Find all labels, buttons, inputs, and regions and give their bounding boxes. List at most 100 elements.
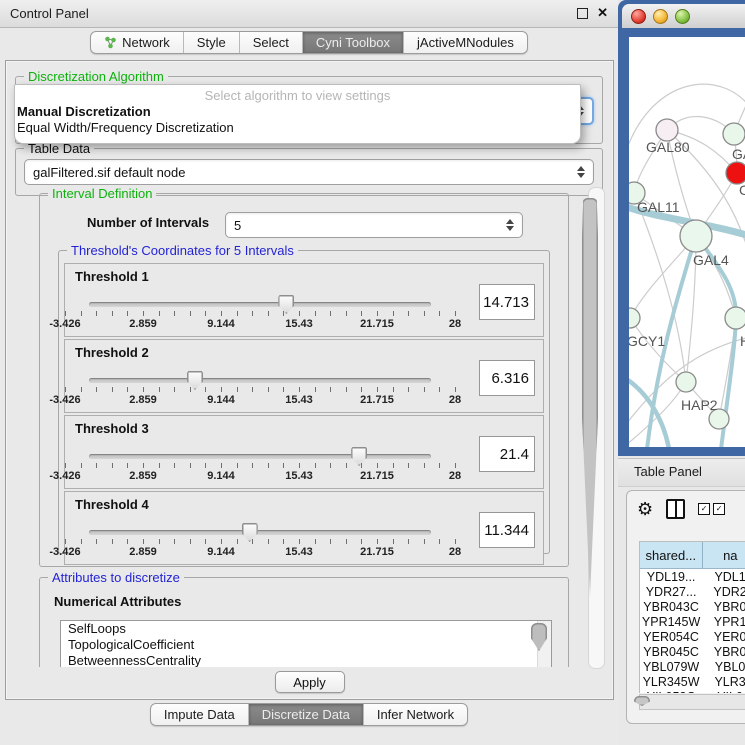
tick-mark bbox=[283, 539, 284, 544]
threshold-value-field[interactable]: 11.344 bbox=[479, 512, 535, 548]
table-row[interactable]: YBL079WYBL0 bbox=[640, 659, 745, 674]
column-header-name[interactable]: na bbox=[703, 542, 745, 568]
table-cell[interactable]: YER054C bbox=[640, 629, 702, 644]
network-node[interactable] bbox=[680, 220, 712, 252]
tab-impute-data[interactable]: Impute Data bbox=[151, 704, 249, 725]
list-item[interactable]: TopologicalCoefficient bbox=[61, 637, 551, 653]
table-cell[interactable]: YPR1 bbox=[702, 614, 745, 629]
table-row[interactable]: YBR043CYBR0 bbox=[640, 599, 745, 614]
slider-tick-labels: -3.4262.8599.14415.4321.71528 bbox=[65, 394, 455, 406]
float-window-icon[interactable] bbox=[577, 8, 588, 19]
group-title: Attributes to discretize bbox=[48, 570, 184, 585]
network-node[interactable] bbox=[725, 307, 745, 329]
tab-discretize-data[interactable]: Discretize Data bbox=[249, 704, 364, 725]
table-cell[interactable]: YIL0 bbox=[702, 689, 745, 693]
table-cell[interactable]: YBL079W bbox=[640, 659, 702, 674]
tab-style[interactable]: Style bbox=[184, 32, 240, 53]
apply-button[interactable]: Apply bbox=[275, 671, 345, 693]
tick-mark bbox=[127, 311, 128, 316]
popup-option-manual[interactable]: Manual Discretization bbox=[15, 104, 580, 120]
tick-mark bbox=[455, 539, 456, 544]
table-cell[interactable]: YDL19... bbox=[640, 569, 702, 584]
table-cell[interactable]: YBR043C bbox=[640, 599, 702, 614]
tick-mark bbox=[377, 539, 378, 544]
table-cell[interactable]: YBL0 bbox=[702, 659, 745, 674]
tab-label: Cyni Toolbox bbox=[316, 35, 390, 50]
tick-mark bbox=[143, 387, 144, 392]
network-node[interactable] bbox=[726, 162, 745, 184]
split-view-icon[interactable] bbox=[666, 499, 685, 519]
checkbox-icon[interactable]: ✓ bbox=[698, 503, 710, 515]
checkbox-icon[interactable]: ✓ bbox=[713, 503, 725, 515]
table-row[interactable]: YDL19...YDL1 bbox=[640, 569, 745, 584]
slider-track[interactable] bbox=[89, 454, 431, 459]
network-node[interactable] bbox=[629, 308, 640, 328]
tab-cyni-toolbox[interactable]: Cyni Toolbox bbox=[303, 32, 404, 53]
tick-mark bbox=[268, 311, 269, 316]
tab-infer-network[interactable]: Infer Network bbox=[364, 704, 467, 725]
tick-mark bbox=[377, 463, 378, 468]
gear-icon[interactable]: ⚙ bbox=[637, 500, 653, 518]
algorithm-dropdown-popup: Select algorithm to view settings Manual… bbox=[14, 84, 581, 144]
scrollbar-thumb[interactable] bbox=[634, 696, 650, 706]
numerical-attributes-label: Numerical Attributes bbox=[54, 594, 181, 609]
zoom-window-icon[interactable] bbox=[675, 9, 690, 24]
table-cell[interactable]: YDR27... bbox=[640, 584, 702, 599]
network-node[interactable] bbox=[723, 123, 745, 145]
list-scrollbar[interactable] bbox=[537, 621, 551, 667]
table-cell[interactable]: YIL052C bbox=[640, 689, 702, 693]
table-cell[interactable]: YBR0 bbox=[702, 644, 745, 659]
tick-mark bbox=[65, 387, 66, 392]
table-horizontal-scrollbar[interactable] bbox=[639, 694, 745, 710]
slider-track[interactable] bbox=[89, 302, 431, 307]
popup-option-equal-width[interactable]: Equal Width/Frequency Discretization bbox=[15, 120, 580, 136]
table-row[interactable]: YPR145WYPR1 bbox=[640, 614, 745, 629]
slider-tick-labels: -3.4262.8599.14415.4321.71528 bbox=[65, 318, 455, 330]
tick-mark bbox=[361, 311, 362, 316]
numerical-attributes-list[interactable]: SelfLoops TopologicalCoefficient Between… bbox=[60, 620, 552, 667]
settings-scroll-area: Interval Definition Number of Intervals … bbox=[11, 187, 589, 667]
close-icon[interactable]: ✕ bbox=[597, 5, 608, 21]
node-table[interactable]: shared... na YDL19...YDL1YDR27...YDR2YBR… bbox=[639, 541, 745, 693]
column-header-shared-name[interactable]: shared... bbox=[640, 542, 703, 568]
table-cell[interactable]: YLR3 bbox=[702, 674, 745, 689]
table-row[interactable]: YBR045CYBR0 bbox=[640, 644, 745, 659]
tick-mark bbox=[96, 387, 97, 392]
network-node[interactable] bbox=[676, 372, 696, 392]
network-node[interactable] bbox=[656, 119, 678, 141]
threshold-value-field[interactable]: 6.316 bbox=[479, 360, 535, 396]
table-cell[interactable]: YDL1 bbox=[702, 569, 745, 584]
minimize-window-icon[interactable] bbox=[653, 9, 668, 24]
tick-mark bbox=[408, 539, 409, 544]
threshold-value-field[interactable]: 21.4 bbox=[479, 436, 535, 472]
tick-mark bbox=[143, 463, 144, 468]
slider-track[interactable] bbox=[89, 530, 431, 535]
tab-network[interactable]: Network bbox=[91, 32, 184, 53]
tab-select[interactable]: Select bbox=[240, 32, 303, 53]
slider-track[interactable] bbox=[89, 378, 431, 383]
table-row[interactable]: YDR27...YDR2 bbox=[640, 584, 745, 599]
table-cell[interactable]: YPR145W bbox=[640, 614, 702, 629]
table-row[interactable]: YER054CYER0 bbox=[640, 629, 745, 644]
threshold-value-field[interactable]: 14.713 bbox=[479, 284, 535, 320]
tick-mark bbox=[268, 463, 269, 468]
tick-mark bbox=[221, 463, 222, 468]
main-scrollbar[interactable] bbox=[588, 187, 605, 669]
table-cell[interactable]: YLR345W bbox=[640, 674, 702, 689]
table-cell[interactable]: YER0 bbox=[702, 629, 745, 644]
list-item[interactable]: BetweennessCentrality bbox=[61, 653, 551, 667]
tick-mark bbox=[190, 311, 191, 316]
tick-mark bbox=[96, 539, 97, 544]
table-cell[interactable]: YBR045C bbox=[640, 644, 702, 659]
list-item[interactable]: SelfLoops bbox=[61, 621, 551, 637]
tab-jactivemnodules[interactable]: jActiveMNodules bbox=[404, 32, 527, 53]
table-data-combo[interactable]: galFiltered.sif default node bbox=[24, 159, 594, 185]
tick-mark bbox=[361, 463, 362, 468]
network-canvas[interactable]: GAL80GACGAL11GAL4GCY1HHAP2 bbox=[629, 37, 745, 447]
num-intervals-combo[interactable]: 5 bbox=[225, 212, 523, 238]
table-cell[interactable]: YDR2 bbox=[702, 584, 745, 599]
table-row[interactable]: YIL052CYIL0 bbox=[640, 689, 745, 693]
table-cell[interactable]: YBR0 bbox=[702, 599, 745, 614]
table-row[interactable]: YLR345WYLR3 bbox=[640, 674, 745, 689]
close-window-icon[interactable] bbox=[631, 9, 646, 24]
